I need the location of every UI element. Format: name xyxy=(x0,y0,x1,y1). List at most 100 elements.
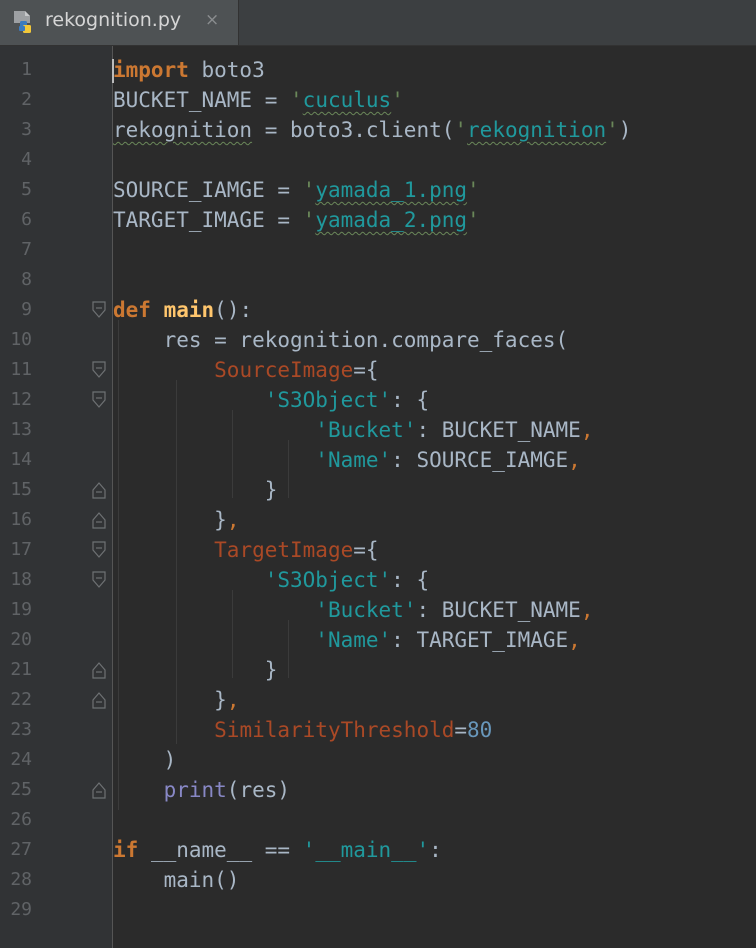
keyword-argument: TargetImage xyxy=(214,538,354,562)
keyword: if xyxy=(113,838,139,862)
fold-end-icon[interactable] xyxy=(91,781,107,799)
fold-collapse-icon[interactable] xyxy=(91,541,107,559)
fold-collapse-icon[interactable] xyxy=(91,361,107,379)
string-literal: yamada_1.png xyxy=(315,178,468,202)
line-number: 28 xyxy=(10,869,32,890)
line-number: 25 xyxy=(10,779,32,800)
close-tab-icon[interactable]: × xyxy=(205,10,219,30)
code-line-13: 'Bucket': BUCKET_NAME, xyxy=(113,415,593,445)
code-text: } xyxy=(214,508,227,532)
string-quote: ' xyxy=(454,118,468,142)
dict-key: 'S3Object' xyxy=(264,568,392,592)
code-line-5: SOURCE_IAMGE = 'yamada_1.png' xyxy=(113,175,480,205)
dict-key: 'Bucket' xyxy=(315,418,417,442)
code-text: : xyxy=(429,838,442,862)
code-editor[interactable]: 1 2 3 4 5 6 7 8 9 10 11 12 13 14 15 16 1… xyxy=(0,46,756,948)
code-line-11: SourceImage={ xyxy=(113,355,379,385)
number-literal: 80 xyxy=(467,718,493,742)
line-number: 6 xyxy=(21,209,32,230)
line-number: 5 xyxy=(21,179,32,200)
line-number: 24 xyxy=(10,749,32,770)
code-text: __name__ == xyxy=(138,838,303,862)
fold-end-icon[interactable] xyxy=(91,661,107,679)
line-number: 27 xyxy=(10,839,32,860)
string-literal: rekognition xyxy=(467,118,607,142)
line-number: 1 xyxy=(21,59,32,80)
keyword: def xyxy=(113,298,151,322)
code-text: = boto3.client( xyxy=(252,118,455,142)
code-line-9: def main(): xyxy=(113,295,252,325)
code-line-12: 'S3Object': { xyxy=(113,385,429,415)
code-text: = xyxy=(454,718,468,742)
line-number: 16 xyxy=(10,509,32,530)
line-number: 18 xyxy=(10,569,32,590)
code-text: ={ xyxy=(353,358,379,382)
code-line-20: 'Name': TARGET_IMAGE, xyxy=(113,625,581,655)
identifier: TARGET_IMAGE xyxy=(113,208,265,232)
line-number: 3 xyxy=(21,119,32,140)
string-quote: ' xyxy=(606,118,619,142)
string-quote: ' xyxy=(467,208,480,232)
code-line-21: } xyxy=(113,658,278,682)
code-line-1: import boto3 xyxy=(113,55,265,85)
string-quote: ' xyxy=(302,178,316,202)
comma: , xyxy=(568,628,581,652)
string-quote: ' xyxy=(391,88,404,112)
fold-collapse-icon[interactable] xyxy=(91,301,107,319)
line-number: 2 xyxy=(21,89,32,110)
code-text: ) xyxy=(618,118,632,142)
code-line-25: print(res) xyxy=(113,775,290,805)
builtin-function: print xyxy=(163,778,227,802)
code-line-10: res = rekognition.compare_faces( xyxy=(113,328,569,352)
code-line-27: if __name__ == '__main__': xyxy=(113,835,442,865)
fold-end-icon[interactable] xyxy=(91,481,107,499)
line-number: 4 xyxy=(21,149,32,170)
comma: , xyxy=(226,688,240,712)
code-line-15: } xyxy=(113,478,278,502)
tab-rekognition-py[interactable]: rekognition.py × xyxy=(0,0,239,45)
code-text: : { xyxy=(391,568,430,592)
comma: , xyxy=(226,508,240,532)
line-number: 12 xyxy=(10,389,32,410)
code-line-19: 'Bucket': BUCKET_NAME, xyxy=(113,595,593,625)
line-number: 22 xyxy=(10,689,32,710)
fold-collapse-icon[interactable] xyxy=(91,391,107,409)
tab-filename: rekognition.py xyxy=(45,9,182,31)
identifier: SOURCE_IAMGE xyxy=(113,178,265,202)
string-literal: '__main__' xyxy=(302,838,430,862)
string-quote: ' xyxy=(467,178,480,202)
code-text: : BUCKET_NAME xyxy=(416,418,581,442)
fold-end-icon[interactable] xyxy=(91,511,107,529)
comma: , xyxy=(580,598,594,622)
comma: , xyxy=(580,418,594,442)
line-number: 14 xyxy=(10,449,32,470)
code-text: (): xyxy=(214,298,253,322)
line-number: 20 xyxy=(10,629,32,650)
code-line-28: main() xyxy=(113,868,240,892)
code-line-17: TargetImage={ xyxy=(113,535,378,565)
code-text: } xyxy=(214,688,227,712)
code-line-18: 'S3Object': { xyxy=(113,565,429,595)
line-number: 8 xyxy=(21,269,32,290)
line-number: 10 xyxy=(10,329,32,350)
dict-key: 'Name' xyxy=(315,448,392,472)
line-number: 9 xyxy=(21,299,32,320)
line-number: 17 xyxy=(10,539,32,560)
identifier: BUCKET_NAME xyxy=(113,88,253,112)
code-line-6: TARGET_IMAGE = 'yamada_2.png' xyxy=(113,205,480,235)
line-number: 19 xyxy=(10,599,32,620)
code-line-24: ) xyxy=(113,748,177,772)
dict-key: 'Bucket' xyxy=(315,598,417,622)
line-number: 7 xyxy=(21,239,32,260)
code-text: : TARGET_IMAGE xyxy=(391,628,569,652)
fold-end-icon[interactable] xyxy=(91,691,107,709)
line-number: 23 xyxy=(10,719,32,740)
string-quote: ' xyxy=(290,88,303,112)
comma: , xyxy=(568,448,581,472)
fold-collapse-icon[interactable] xyxy=(91,571,107,589)
